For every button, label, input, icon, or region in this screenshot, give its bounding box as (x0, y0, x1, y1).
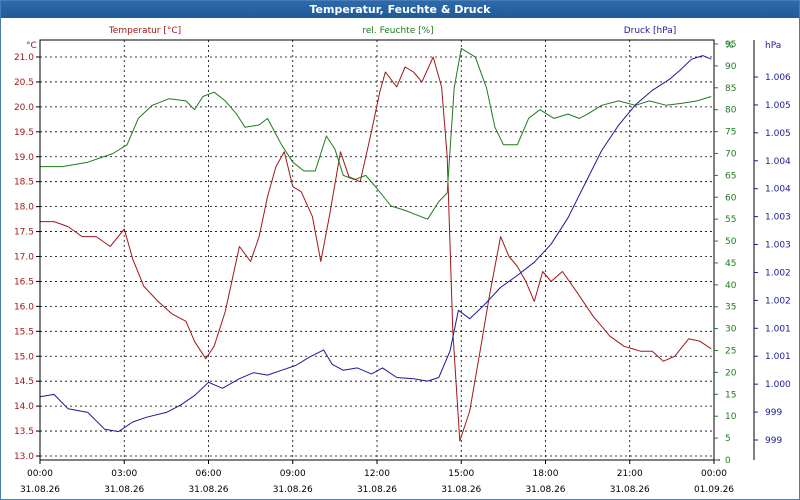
temperature-tick-label: 13.5 (14, 427, 34, 437)
temperature-tick-label: 14.5 (14, 377, 34, 387)
pressure-tick-label: 999 (765, 408, 782, 418)
humidity-tick-label: 45 (725, 259, 736, 269)
x-tick-date-label: 31.08.26 (610, 485, 650, 495)
x-tick-date-label: 31.08.26 (441, 485, 481, 495)
pressure-tick-label: 1.004 (765, 157, 791, 167)
temperature-tick-label: 16.5 (14, 277, 34, 287)
humidity-tick-label: 90 (725, 62, 737, 72)
x-tick-time-label: 09:00 (280, 469, 306, 479)
x-tick-date-label: 31.08.26 (20, 485, 60, 495)
pressure-unit-label: hPa (765, 41, 781, 51)
x-tick-date-label: 31.08.26 (188, 485, 228, 495)
pressure-tick-label: 1.006 (765, 73, 791, 83)
pressure-tick-label: 1.002 (765, 268, 791, 278)
humidity-tick-label: 50 (725, 237, 737, 247)
x-tick-time-label: 18:00 (533, 469, 559, 479)
x-tick-date-label: 31.08.26 (104, 485, 144, 495)
humidity-tick-label: 65 (725, 171, 736, 181)
x-tick-time-label: 03:00 (111, 469, 137, 479)
humidity-tick-label: 80 (725, 106, 737, 116)
humidity-tick-label: 85 (725, 84, 736, 94)
humidity-tick-label: 60 (725, 193, 737, 203)
x-tick-date-label: 31.08.26 (357, 485, 397, 495)
humidity-unit-label: % (725, 41, 734, 51)
chart-canvas: 13.0 13.5 14.0 14.5 15.0 15.5 16.0 16.5 17.0 17.5… (14, 26, 791, 495)
humidity-tick-label: 15 (725, 390, 736, 400)
temperature-tick-label: 15.0 (14, 352, 34, 362)
humidity-tick-label: 25 (725, 347, 736, 357)
x-tick-time-label: 00:00 (27, 469, 53, 479)
humidity-tick-label: 40 (725, 281, 737, 291)
temperature-tick-label: 20.0 (14, 103, 34, 113)
pressure-tick-label: 1.004 (765, 185, 791, 195)
humidity-tick-label: 0 (725, 456, 731, 466)
humidity-tick-label: 30 (725, 325, 737, 335)
temperature-tick-label: 21.0 (14, 53, 34, 63)
x-tick-date-label: 01.09.26 (694, 485, 734, 495)
humidity-tick-label: 10 (725, 412, 737, 422)
pressure-tick-label: 999 (765, 436, 782, 446)
x-tick-time-label: 00:00 (701, 469, 727, 479)
temperature-tick-label: 17.0 (14, 253, 34, 263)
pressure-tick-label: 1.005 (765, 101, 791, 111)
pressure-axis-title: Druck [hPa] (624, 26, 677, 36)
pressure-tick-label: 1.003 (765, 213, 791, 223)
humidity-tick-label: 55 (725, 215, 736, 225)
temperature-tick-label: 18.0 (14, 203, 34, 213)
x-tick-date-label: 31.08.26 (525, 485, 565, 495)
x-tick-time-label: 15:00 (448, 469, 474, 479)
humidity-axis-title: rel. Feuchte [%] (362, 26, 433, 36)
pressure-tick-label: 1.000 (765, 380, 791, 390)
pressure-tick-label: 1.005 (765, 129, 791, 139)
humidity-tick-label: 35 (725, 303, 736, 313)
temperature-unit-label: °C (26, 41, 37, 51)
humidity-tick-label: 70 (725, 149, 737, 159)
x-tick-time-label: 21:00 (617, 469, 643, 479)
pressure-tick-label: 1.002 (765, 296, 791, 306)
temperature-tick-label: 13.0 (14, 452, 34, 462)
temperature-axis-title: Temperatur [°C] (108, 26, 181, 36)
pressure-tick-label: 1.001 (765, 352, 791, 362)
temperature-tick-label: 15.5 (14, 327, 34, 337)
temperature-tick-label: 19.5 (14, 128, 34, 138)
x-tick-date-label: 31.08.26 (273, 485, 313, 495)
x-tick-time-label: 06:00 (196, 469, 222, 479)
humidity-tick-label: 75 (725, 128, 736, 138)
humidity-tick-label: 5 (725, 434, 731, 444)
temperature-tick-label: 18.5 (14, 178, 34, 188)
temperature-tick-label: 14.0 (14, 402, 34, 412)
temperature-tick-label: 20.5 (14, 78, 34, 88)
pressure-tick-label: 1.001 (765, 324, 791, 334)
pressure-tick-label: 1.003 (765, 241, 791, 251)
temperature-tick-label: 19.0 (14, 153, 34, 163)
temperature-tick-label: 17.5 (14, 228, 34, 238)
temperature-tick-label: 16.0 (14, 302, 34, 312)
humidity-tick-label: 20 (725, 368, 737, 378)
x-tick-time-label: 12:00 (364, 469, 390, 479)
